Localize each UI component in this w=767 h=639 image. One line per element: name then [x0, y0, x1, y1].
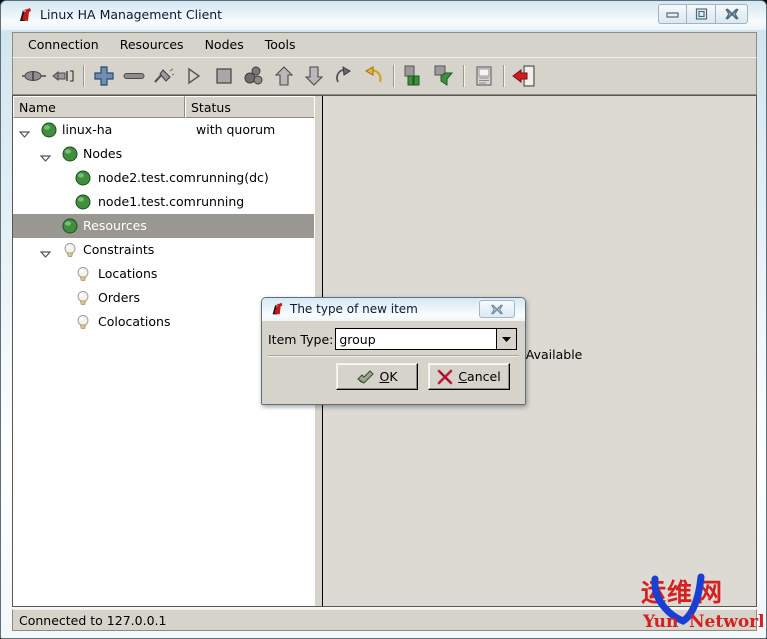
maximize-button[interactable]	[687, 4, 716, 24]
ok-check-icon	[357, 369, 375, 384]
tree-item-label: node2.test.com	[98, 170, 196, 185]
application-window: Linux HA Management Client Connection Re…	[0, 0, 767, 639]
expander-icon[interactable]	[39, 150, 52, 162]
green-ball-icon	[41, 122, 57, 138]
activate-node-icon[interactable]	[429, 61, 459, 91]
ok-button-label: OK	[379, 369, 397, 384]
tree-item-label: Locations	[98, 266, 158, 281]
minimize-icon	[666, 11, 679, 18]
title-bar: Linux HA Management Client	[1, 1, 766, 30]
expander-icon[interactable]	[39, 246, 52, 258]
cleanup-icon[interactable]	[149, 61, 179, 91]
tree-item-label: Orders	[98, 290, 141, 305]
ok-accel-char: O	[379, 369, 390, 384]
disconnect-icon[interactable]	[49, 61, 79, 91]
menu-item-resources[interactable]: Resources	[111, 34, 193, 56]
dialog-title: The type of new item	[290, 302, 418, 316]
cancel-label-suffix: ancel	[467, 369, 501, 384]
connect-icon[interactable]	[19, 61, 49, 91]
item-type-label: Item Type:	[268, 331, 334, 347]
stop-icon[interactable]	[209, 61, 239, 91]
toolbar-separator	[393, 65, 395, 87]
item-type-dropdown-button[interactable]	[497, 328, 518, 350]
item-type-input[interactable]	[335, 328, 498, 350]
tree-item-status: with quorum	[196, 122, 276, 137]
tree-row[interactable]: Locations	[13, 262, 314, 286]
dialog-separator	[268, 355, 519, 357]
dialog-title-bar: The type of new item	[262, 298, 525, 321]
toolbar	[12, 57, 757, 95]
tree-item-label: Resources	[83, 218, 147, 233]
cancel-accel-char: C	[458, 369, 468, 384]
refresh-icon[interactable]	[329, 61, 359, 91]
exit-icon[interactable]	[509, 61, 539, 91]
toolbar-separator	[83, 65, 85, 87]
menu-bar: Connection Resources Nodes Tools	[12, 32, 757, 57]
cancel-button-label: Cancel	[458, 369, 500, 384]
tree-item-label: linux-ha	[62, 122, 113, 137]
menu-item-nodes[interactable]: Nodes	[196, 34, 253, 56]
close-icon	[724, 8, 739, 20]
tree-item-label: Colocations	[98, 314, 171, 329]
close-icon	[490, 303, 504, 315]
tree-item-status: running	[196, 194, 245, 209]
menu-item-tools[interactable]: Tools	[256, 34, 305, 56]
document-icon[interactable]	[469, 61, 499, 91]
cancel-x-icon	[438, 369, 453, 384]
tree-item-label: Constraints	[83, 242, 155, 257]
toolbar-separator	[463, 65, 465, 87]
maximize-icon	[695, 8, 707, 20]
tree-item-label: node1.test.com	[98, 194, 196, 209]
ok-button[interactable]: OK	[336, 363, 418, 390]
close-button[interactable]	[716, 4, 748, 24]
tree-item-status: running(dc)	[196, 170, 269, 185]
expander-icon[interactable]	[18, 126, 31, 138]
column-header-status[interactable]: Status	[185, 96, 314, 118]
chevron-down-icon	[502, 337, 512, 342]
add-icon[interactable]	[89, 61, 119, 91]
green-ball-icon	[75, 194, 91, 210]
new-item-type-dialog: The type of new item Item Type: group OK…	[261, 297, 526, 405]
bulb-icon	[75, 314, 91, 330]
bulb-icon	[75, 290, 91, 306]
start-icon[interactable]	[179, 61, 209, 91]
toolbar-separator	[503, 65, 505, 87]
green-ball-icon	[62, 146, 78, 162]
bulb-icon	[75, 266, 91, 282]
ok-label-suffix: K	[389, 369, 398, 384]
undo-icon[interactable]	[359, 61, 389, 91]
migrate-icon[interactable]	[239, 61, 269, 91]
standby-node-icon[interactable]	[399, 61, 429, 91]
status-bar: Connected to 127.0.0.1	[12, 609, 757, 631]
tree-row-resources-selected[interactable]: Resources	[13, 214, 314, 238]
tree-row[interactable]: linux-ha with quorum	[13, 118, 314, 142]
tree-item-label: Nodes	[83, 146, 123, 161]
tree-column-headers: Name Status	[13, 96, 314, 118]
down-arrow-icon[interactable]	[299, 61, 329, 91]
status-text: Connected to 127.0.0.1	[19, 612, 167, 628]
tree-row[interactable]: node2.test.com running(dc)	[13, 166, 314, 190]
linux-ha-icon	[16, 6, 35, 25]
column-header-name[interactable]: Name	[13, 96, 185, 118]
tree-row[interactable]: node1.test.com running	[13, 190, 314, 214]
bulb-icon	[62, 242, 78, 258]
item-type-field-row: Item Type:	[268, 326, 519, 352]
green-ball-icon	[62, 218, 78, 234]
tree-row[interactable]: Constraints	[13, 238, 314, 262]
up-arrow-icon[interactable]	[269, 61, 299, 91]
linux-ha-icon	[269, 301, 286, 318]
cancel-button[interactable]: Cancel	[428, 363, 510, 390]
dialog-body: Item Type: OK	[262, 321, 525, 404]
tree-row[interactable]: Nodes	[13, 142, 314, 166]
green-ball-icon	[75, 170, 91, 186]
minimize-button[interactable]	[658, 4, 687, 24]
window-title: Linux HA Management Client	[40, 7, 223, 22]
menu-item-connection[interactable]: Connection	[19, 34, 108, 56]
remove-icon[interactable]	[119, 61, 149, 91]
dialog-close-button[interactable]	[479, 300, 515, 318]
